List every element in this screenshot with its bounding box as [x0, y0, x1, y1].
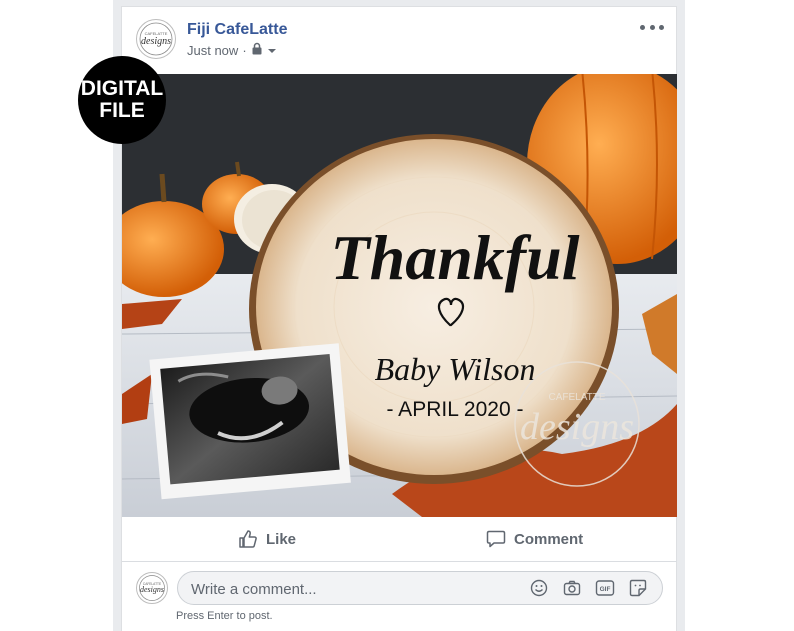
user-avatar[interactable]: CAFELATTE designs: [136, 572, 168, 604]
svg-text:GIF: GIF: [600, 586, 611, 593]
due-date-text: - APRIL 2020 -: [387, 398, 524, 421]
more-options-button[interactable]: [640, 19, 664, 35]
comment-bubble-icon: [486, 530, 506, 548]
svg-text:designs: designs: [140, 585, 164, 594]
emoji-icon[interactable]: [529, 578, 549, 598]
post-meta: Just now ·: [187, 42, 277, 58]
logo-icon: CAFELATTE designs: [139, 22, 173, 56]
baby-name-text: Baby Wilson: [375, 351, 536, 387]
lock-icon: [251, 42, 263, 58]
gif-icon[interactable]: GIF: [595, 578, 615, 598]
like-button[interactable]: Like: [238, 525, 296, 553]
dot: [640, 24, 645, 30]
page-name-link[interactable]: Fiji CafeLatte: [187, 21, 287, 39]
meta-separator: ·: [242, 42, 247, 58]
badge-line2: FILE: [99, 99, 145, 122]
sticker-icon[interactable]: [628, 578, 648, 598]
svg-text:designs: designs: [141, 36, 171, 47]
announcement-photo: Thankful Baby Wilson - APRIL 2020 - CAFE…: [122, 74, 677, 517]
dot: [649, 24, 655, 30]
logo-icon: CAFELATTE designs: [139, 575, 165, 601]
badge-line1: DIGITAL: [80, 77, 164, 100]
svg-text:CAFELATTE: CAFELATTE: [548, 392, 605, 403]
headline-text: Thankful: [331, 222, 580, 293]
comment-box[interactable]: GIF: [177, 571, 663, 605]
comment-input[interactable]: [191, 579, 521, 599]
svg-text:designs: designs: [520, 406, 634, 448]
comment-composer: CAFELATTE designs GIF: [122, 569, 677, 609]
post-image[interactable]: Thankful Baby Wilson - APRIL 2020 - CAFE…: [122, 74, 677, 517]
comment-button[interactable]: Comment: [486, 525, 583, 553]
post-actions: Like Comment: [122, 517, 677, 562]
comment-tools: GIF: [529, 578, 648, 598]
thumbs-up-icon: [239, 530, 257, 548]
comment-label: Comment: [514, 530, 584, 548]
like-label: Like: [266, 530, 297, 548]
dot: [659, 24, 664, 30]
privacy-dropdown-icon[interactable]: [267, 43, 277, 58]
comment-hint: Press Enter to post.: [176, 610, 273, 622]
page-avatar[interactable]: CAFELATTE designs: [136, 19, 176, 59]
post-card: CAFELATTE designs Fiji CafeLatte Just no…: [121, 6, 677, 631]
post-timestamp[interactable]: Just now: [187, 43, 238, 58]
digital-file-badge: DIGITAL FILE: [78, 56, 166, 144]
camera-icon[interactable]: [562, 578, 582, 598]
